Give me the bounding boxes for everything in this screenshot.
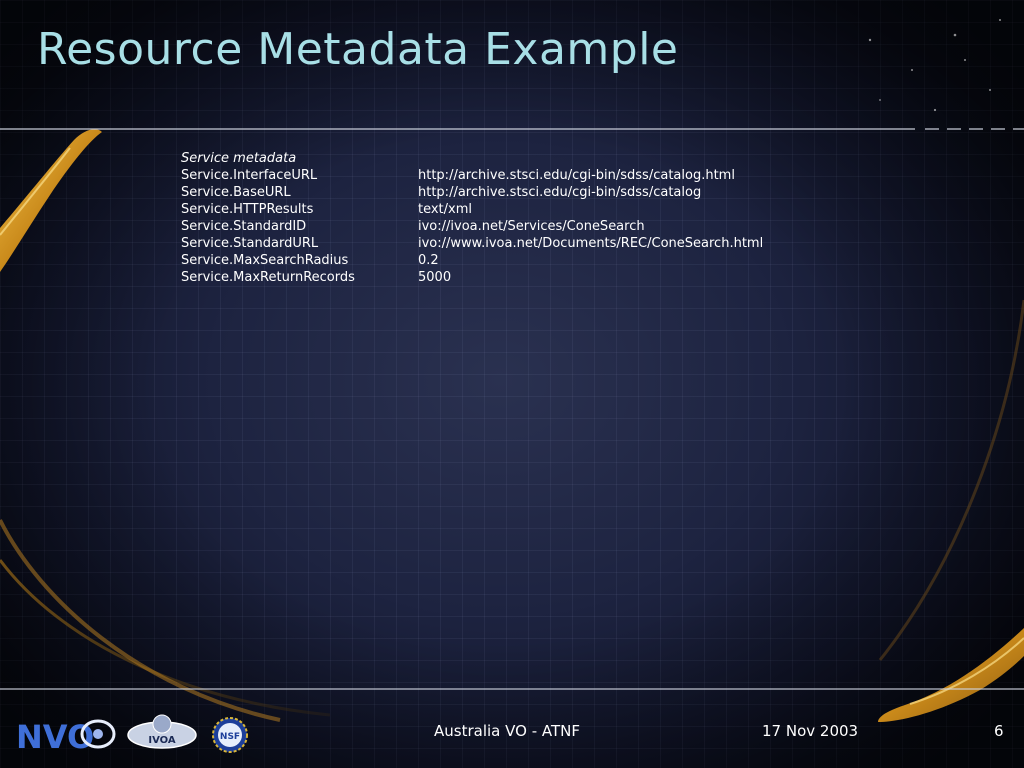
metadata-row: Service.HTTPResults text/xml: [181, 201, 901, 218]
metadata-key: Service.MaxSearchRadius: [181, 253, 349, 268]
ivoa-logo-text: IVOA: [148, 735, 176, 746]
bottom-divider: [0, 688, 1024, 690]
footer-date: 17 Nov 2003: [762, 722, 859, 740]
metadata-key: Service.BaseURL: [181, 185, 291, 200]
metadata-key: Service.StandardID: [181, 219, 307, 234]
metadata-row: Service.InterfaceURL http://archive.stsc…: [181, 167, 901, 184]
ivoa-logo: IVOA: [127, 714, 197, 749]
slide-background: Resource Metadata Example Service metada…: [0, 0, 1024, 768]
top-divider: [0, 128, 1024, 130]
metadata-value: text/xml: [418, 202, 473, 217]
metadata-row: Service.MaxReturnRecords 5000: [181, 269, 901, 286]
metadata-value: http://archive.stsci.edu/cgi-bin/sdss/ca…: [418, 185, 702, 200]
nvo-logo: NVO: [16, 718, 116, 756]
metadata-row: Service.StandardID ivo://ivoa.net/Servic…: [181, 218, 901, 235]
metadata-key: Service.InterfaceURL: [181, 168, 318, 183]
metadata-row: Service.StandardURL ivo://www.ivoa.net/D…: [181, 235, 901, 252]
page-number: 6: [994, 722, 1004, 740]
metadata-row: Service.MaxSearchRadius 0.2: [181, 252, 901, 269]
metadata-value: http://archive.stsci.edu/cgi-bin/sdss/ca…: [418, 168, 735, 183]
metadata-key: Service.StandardURL: [181, 236, 319, 251]
metadata-value: 5000: [418, 270, 452, 285]
metadata-row: Service.BaseURL http://archive.stsci.edu…: [181, 184, 901, 201]
metadata-value: ivo://www.ivoa.net/Documents/REC/ConeSea…: [418, 236, 764, 251]
metadata-table: Service metadata Service.InterfaceURL ht…: [181, 150, 901, 286]
section-heading: Service metadata: [181, 151, 297, 166]
footer-center-text: Australia VO - ATNF: [434, 722, 580, 740]
slide-title: Resource Metadata Example: [37, 24, 679, 75]
metadata-key: Service.MaxReturnRecords: [181, 270, 355, 285]
gold-swoosh-decoration: [0, 19, 1024, 722]
nsf-logo-text: NSF: [220, 732, 240, 742]
metadata-value: 0.2: [418, 253, 439, 268]
metadata-value: ivo://ivoa.net/Services/ConeSearch: [418, 219, 645, 234]
footer-logos: NVO IVOA NSF: [16, 714, 248, 756]
nsf-logo: NSF: [212, 717, 248, 753]
metadata-key: Service.HTTPResults: [181, 202, 314, 217]
